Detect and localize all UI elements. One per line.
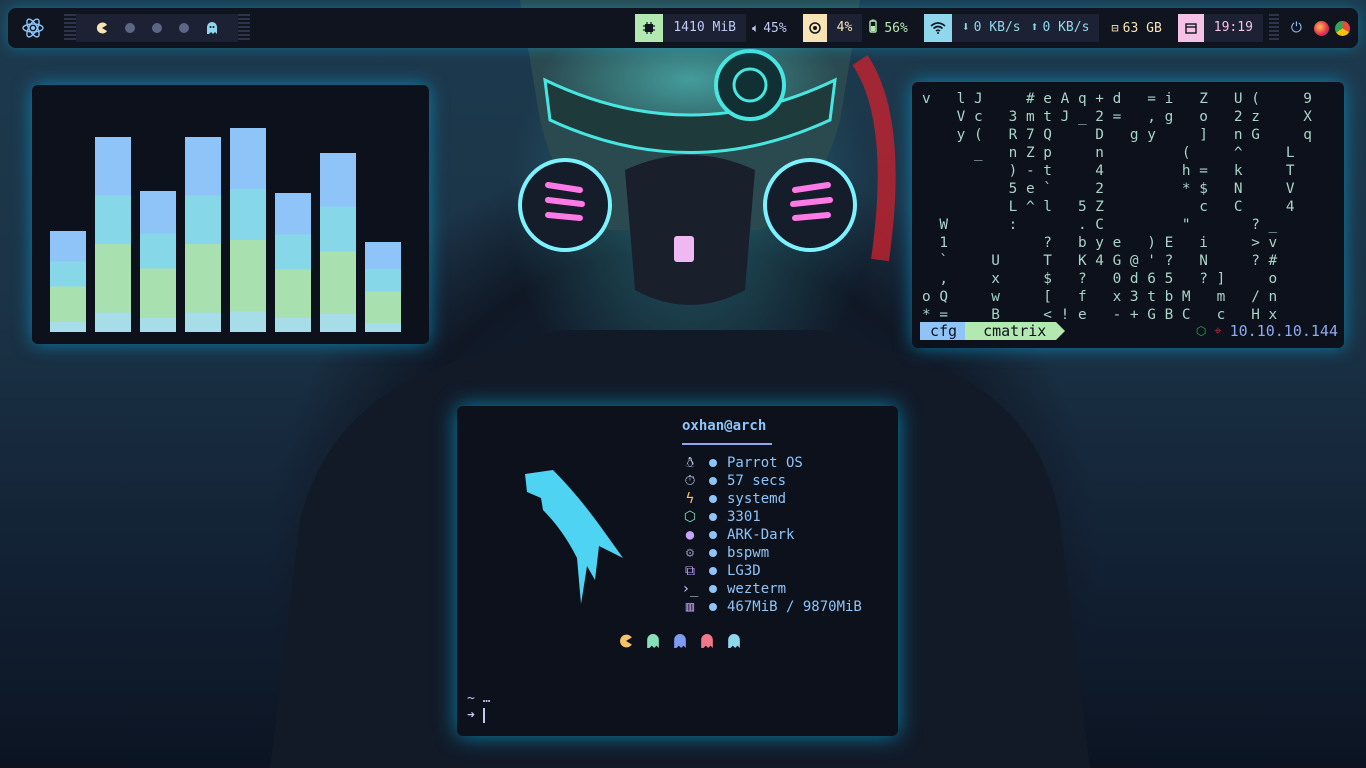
firefox-icon[interactable] (1314, 20, 1329, 36)
user-host: oxhan@arch (682, 418, 767, 434)
info-row: ▥ 467MiB / 9870MiB (679, 598, 862, 616)
chrome-icon[interactable] (1335, 20, 1350, 36)
visualizer-bar (365, 242, 401, 332)
pixel-decoration (1268, 14, 1279, 42)
prompt-directory: cfg (920, 322, 975, 340)
clock-value: 19:19 (1203, 14, 1263, 42)
status-modules: 1410 MiB 🔈︎ 45% 4% 56% ⬇︎ 0 KB/s ⬆︎ 0 KB… (635, 14, 1350, 42)
memory-value: 1410 MiB (663, 14, 746, 42)
pixel-decoration (64, 14, 76, 42)
cpu-module[interactable]: 4% (802, 14, 863, 42)
separator (682, 443, 772, 445)
system-info: 🐧︎ Parrot OS ⏱︎ 57 secs ϟ systemd ⬡ 3301 ● AR… (679, 454, 862, 616)
visualizer-bar (320, 153, 356, 332)
parrot-logo (525, 470, 623, 604)
chip-icon (635, 14, 664, 42)
pacman-workspace-icon[interactable] (96, 22, 108, 34)
info-row: ● ARK-Dark (679, 526, 862, 544)
package-icon: ⬡ (683, 509, 697, 525)
ghost-icon (647, 634, 659, 648)
pixel-decoration (238, 14, 250, 42)
speaker-icon: 🔈︎ (751, 20, 760, 35)
text-cursor (482, 708, 485, 723)
cmatrix-terminal-window[interactable]: v l J # e A q + d = i Z U ( 9 V c 3 m t … (912, 82, 1344, 348)
memory-module[interactable]: 1410 MiB (635, 14, 746, 42)
info-row: ϟ systemd (679, 490, 862, 508)
net-down-value: 0 KB/s (973, 20, 1021, 35)
info-row: 🐧︎ Parrot OS (679, 454, 862, 472)
cpu-value: 4% (826, 14, 863, 42)
net-speeds: ⬇︎ 0 KB/s ⬆︎ 0 KB/s (951, 14, 1100, 42)
upload-icon: ⬆︎ (1030, 20, 1039, 35)
disk-value: 63 GB (1122, 20, 1162, 36)
disk-module[interactable]: ⊟ 63 GB (1105, 14, 1171, 42)
target-icon: ⌖ (1214, 323, 1222, 339)
terminal-prompt[interactable]: ~ … ➜ (467, 690, 490, 724)
power-icon[interactable]: ⏻ (1291, 20, 1302, 36)
ghost-row (619, 634, 741, 648)
workspace-dot[interactable] (125, 23, 135, 33)
shell-prompt: cfg cmatrix ⬡ ⌖ 10.10.10.144 (920, 322, 1338, 340)
ip-indicator: ⬡ ⌖ 10.10.10.144 (1196, 322, 1338, 340)
download-icon: ⬇︎ (961, 20, 970, 35)
audio-visualizer-window[interactable] (32, 85, 429, 344)
terminal-icon: ›_ (681, 581, 699, 597)
volume-module[interactable]: 🔈︎ 45% (752, 14, 797, 42)
init-icon: ϟ (685, 491, 695, 507)
wifi-icon (923, 14, 952, 42)
info-row: ⏱︎ 57 secs (679, 472, 862, 490)
visualizer-bar (230, 128, 266, 332)
info-row: ⬡ 3301 (679, 508, 862, 526)
windows-icon: ⧉ (685, 563, 695, 579)
battery-value: 56% (884, 20, 908, 36)
visualizer-bars (50, 122, 401, 332)
clock-module[interactable]: 19:19 (1177, 14, 1263, 42)
info-row: ⧉ LG3D (679, 562, 862, 580)
prompt-arrow: ➜ (467, 708, 475, 723)
fetch-terminal-window[interactable]: oxhan@arch 🐧︎ Parrot OS ⏱︎ 57 secs ϟ system… (457, 406, 898, 736)
visualizer-bar (95, 137, 131, 332)
visualizer-bar (50, 231, 86, 332)
palette-icon: ● (685, 527, 695, 543)
calendar-icon (1177, 14, 1204, 42)
prompt-command: cmatrix (965, 322, 1066, 340)
info-row: ⚙︎ bspwm (679, 544, 862, 562)
linux-icon: 🐧︎ (685, 455, 695, 471)
matrix-rain-text: v l J # e A q + d = i Z U ( 9 V c 3 m t … (922, 91, 1312, 323)
wm-icon: ⚙︎ (685, 545, 695, 561)
ghost-icon (701, 634, 713, 648)
prompt-input-line[interactable]: ➜ (467, 707, 490, 724)
ghost-icon (674, 634, 686, 648)
pacman-icon (620, 634, 632, 648)
visualizer-bar (275, 193, 311, 332)
ghost-workspace-icon[interactable] (206, 22, 218, 34)
battery-icon (868, 19, 878, 37)
cpu-icon (802, 14, 827, 42)
prompt-path: ~ … (467, 691, 491, 706)
memory-icon: ▥ (685, 599, 695, 615)
workspace-dot[interactable] (179, 23, 189, 33)
atom-launcher-icon[interactable] (18, 13, 48, 43)
battery-module[interactable]: 56% (868, 14, 917, 42)
hard-drive-icon: ⊟ (1111, 21, 1119, 35)
cube-icon: ⬡ (1195, 324, 1207, 338)
timer-icon: ⏱︎ (684, 473, 696, 489)
ip-address: 10.10.10.144 (1229, 322, 1338, 340)
visualizer-bar (140, 191, 176, 332)
net-up-value: 0 KB/s (1042, 20, 1090, 35)
visualizer-bar (185, 137, 221, 332)
info-row: ›_ wezterm (679, 580, 862, 598)
top-bar: 1410 MiB 🔈︎ 45% 4% 56% ⬇︎ 0 KB/s ⬆︎ 0 KB… (8, 8, 1358, 48)
workspaces (76, 14, 238, 42)
ghost-icon (728, 634, 740, 648)
workspace-dot[interactable] (152, 23, 162, 33)
volume-value: 45% (763, 20, 787, 36)
network-module[interactable]: ⬇︎ 0 KB/s ⬆︎ 0 KB/s (923, 14, 1100, 42)
